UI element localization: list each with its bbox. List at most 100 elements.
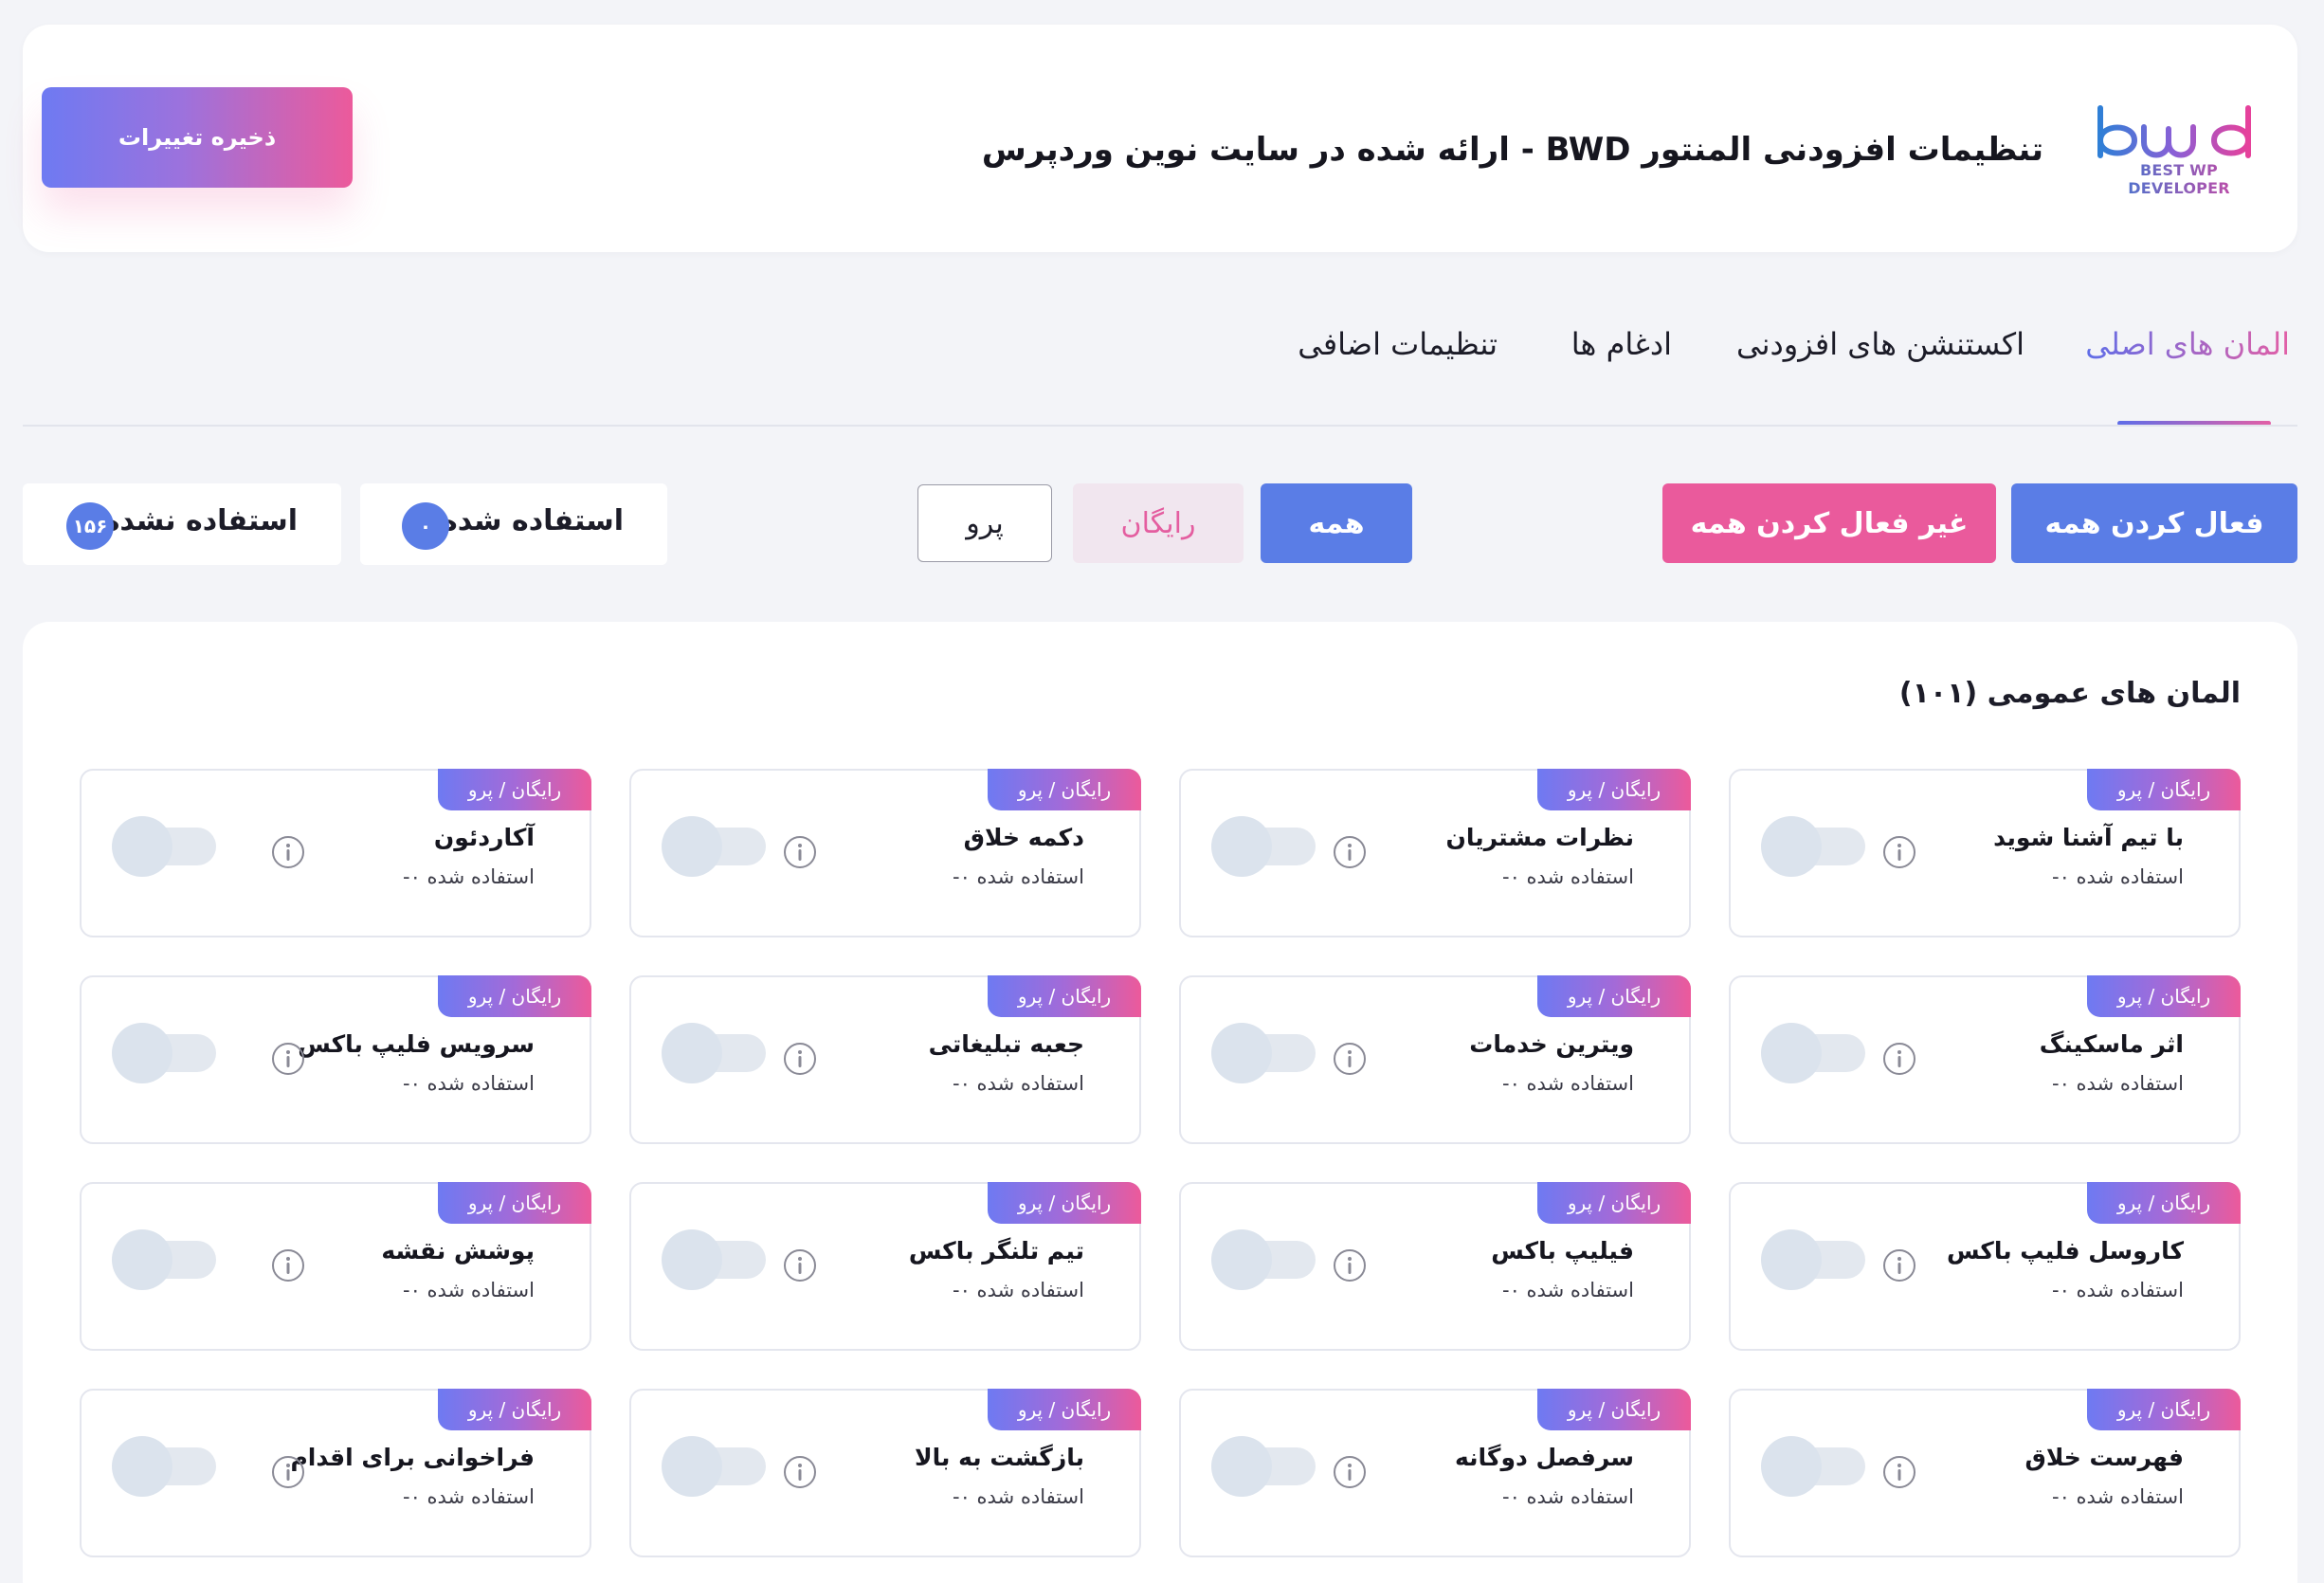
widget-name: اثر ماسکینگ <box>2039 1030 2184 1058</box>
plan-badge: رایگان / پرو <box>438 1182 591 1224</box>
toggle-knob <box>112 1436 172 1497</box>
widget-card: رایگان / پرو ویترین خدمات استفاده شده ۰- <box>1179 975 1691 1144</box>
plan-badge: رایگان / پرو <box>2087 975 2241 1017</box>
info-icon[interactable] <box>271 1455 305 1489</box>
widget-name: پوشش نقشه <box>381 1237 535 1265</box>
widget-usage: استفاده شده ۰- <box>953 1485 1084 1508</box>
tab-extra-settings[interactable]: تنظیمات اضافی <box>1298 326 1498 362</box>
widget-card: رایگان / پرو با تیم آشنا شوید استفاده شده … <box>1729 769 2241 937</box>
unused-count-box: استفاده نشده ۱۵۶ <box>23 483 341 565</box>
widget-usage: استفاده شده ۰- <box>403 1279 535 1301</box>
widget-card: رایگان / پرو آکاردئون استفاده شده ۰- <box>80 769 591 937</box>
plan-badge: رایگان / پرو <box>2087 1389 2241 1430</box>
widget-toggle[interactable] <box>662 1229 768 1290</box>
info-icon[interactable] <box>1333 1042 1367 1076</box>
widget-toggle[interactable] <box>1761 816 1867 877</box>
info-icon[interactable] <box>1333 835 1367 869</box>
widget-toggle[interactable] <box>112 1436 218 1497</box>
widget-card: رایگان / پرو جعبه تبلیغاتی استفاده شده ۰- <box>629 975 1141 1144</box>
widget-usage: استفاده شده ۰- <box>2052 865 2184 888</box>
info-icon[interactable] <box>271 1042 305 1076</box>
widget-usage: استفاده شده ۰- <box>403 865 535 888</box>
info-icon[interactable] <box>1882 1248 1916 1283</box>
unused-count-badge: ۱۵۶ <box>66 502 114 550</box>
widget-usage: استفاده شده ۰- <box>953 1072 1084 1095</box>
widget-grid: رایگان / پرو با تیم آشنا شوید استفاده شده … <box>80 769 2241 1557</box>
toggle-knob <box>662 1229 722 1290</box>
widget-toggle[interactable] <box>1761 1023 1867 1083</box>
widget-name: کاروسل فلیپ باکس <box>1946 1237 2184 1265</box>
widget-name: بازگشت به بالا <box>915 1444 1084 1471</box>
main-tabs: المان های اصلی اکستنشن های افزودنی ادغام… <box>0 284 2324 427</box>
widget-usage: استفاده شده ۰- <box>2052 1072 2184 1095</box>
save-changes-button[interactable]: ذخیره تغییرات <box>42 87 353 188</box>
widget-card: رایگان / پرو کاروسل فلیپ باکس استفاده شده … <box>1729 1182 2241 1351</box>
widget-name: ویترین خدمات <box>1469 1030 1634 1058</box>
tab-integrations[interactable]: ادغام ها <box>1571 326 1672 362</box>
deactivate-all-button[interactable]: غیر فعال کردن همه <box>1662 483 1996 563</box>
activate-all-button[interactable]: فعال کردن همه <box>2011 483 2297 563</box>
widget-name: فهرست خلاق <box>2024 1444 2184 1471</box>
widget-name: با تیم آشنا شوید <box>1993 824 2184 851</box>
tab-extensions[interactable]: اکستنشن های افزودنی <box>1736 326 2024 362</box>
settings-header: BEST WP DEVELOPER تنظیمات افزودنی المنتو… <box>23 25 2297 252</box>
unused-label: استفاده نشده <box>102 504 298 537</box>
toggle-knob <box>112 816 172 877</box>
plan-badge: رایگان / پرو <box>1537 975 1691 1017</box>
widget-toggle[interactable] <box>662 816 768 877</box>
toggle-knob <box>1211 816 1272 877</box>
widget-usage: استفاده شده ۰- <box>2052 1485 2184 1508</box>
info-icon[interactable] <box>1882 835 1916 869</box>
widget-toggle[interactable] <box>662 1023 768 1083</box>
info-icon[interactable] <box>1882 1042 1916 1076</box>
widget-toggle[interactable] <box>1761 1229 1867 1290</box>
tab-main-elements[interactable]: المان های اصلی <box>2085 326 2290 362</box>
plan-badge: رایگان / پرو <box>988 1389 1141 1430</box>
info-icon[interactable] <box>783 1042 817 1076</box>
info-icon[interactable] <box>271 1248 305 1283</box>
info-icon[interactable] <box>1882 1455 1916 1489</box>
widget-toggle[interactable] <box>1211 816 1317 877</box>
plan-badge: رایگان / پرو <box>438 769 591 810</box>
used-count-box: استفاده شده ۰ <box>360 483 667 565</box>
widget-toggle[interactable] <box>112 1229 218 1290</box>
widget-card: رایگان / پرو فیلیپ باکس استفاده شده ۰- <box>1179 1182 1691 1351</box>
widget-usage: استفاده شده ۰- <box>953 865 1084 888</box>
page-title: تنظیمات افزودنی المنتور BWD - ارائه شده … <box>981 131 2043 169</box>
toggle-knob <box>1211 1023 1272 1083</box>
widget-card: رایگان / پرو نظرات مشتریان استفاده شده ۰- <box>1179 769 1691 937</box>
widgets-panel: المان های عمومی (۱۰۱) رایگان / پرو با تیم… <box>23 622 2297 1583</box>
widget-card: رایگان / پرو پوشش نقشه استفاده شده ۰- <box>80 1182 591 1351</box>
info-icon[interactable] <box>783 835 817 869</box>
widget-toggle[interactable] <box>1211 1436 1317 1497</box>
toggle-knob <box>662 1023 722 1083</box>
widget-name: جعبه تبلیغاتی <box>928 1030 1084 1058</box>
info-icon[interactable] <box>271 835 305 869</box>
plan-badge: رایگان / پرو <box>1537 1389 1691 1430</box>
toggle-knob <box>112 1229 172 1290</box>
plan-badge: رایگان / پرو <box>1537 769 1691 810</box>
widget-toggle[interactable] <box>112 816 218 877</box>
filter-pro-button[interactable]: پرو <box>917 484 1052 562</box>
widget-toggle[interactable] <box>112 1023 218 1083</box>
bwd-logo: BEST WP DEVELOPER <box>2089 100 2269 205</box>
plan-badge: رایگان / پرو <box>1537 1182 1691 1224</box>
widget-card: رایگان / پرو بازگشت به بالا استفاده شده ۰- <box>629 1389 1141 1557</box>
info-icon[interactable] <box>783 1248 817 1283</box>
plan-badge: رایگان / پرو <box>988 1182 1141 1224</box>
filter-free-button[interactable]: رایگان <box>1073 483 1244 563</box>
info-icon[interactable] <box>783 1455 817 1489</box>
filter-all-button[interactable]: همه <box>1261 483 1412 563</box>
toggle-knob <box>1211 1436 1272 1497</box>
widget-toggle[interactable] <box>1211 1229 1317 1290</box>
info-icon[interactable] <box>1333 1248 1367 1283</box>
widget-name: دکمه خلاق <box>963 824 1084 851</box>
widget-name: سرویس فلیپ باکس <box>298 1030 535 1058</box>
widget-card: رایگان / پرو فهرست خلاق استفاده شده ۰- <box>1729 1389 2241 1557</box>
widget-toggle[interactable] <box>1761 1436 1867 1497</box>
widget-toggle[interactable] <box>662 1436 768 1497</box>
widget-name: فیلیپ باکس <box>1491 1237 1634 1265</box>
info-icon[interactable] <box>1333 1455 1367 1489</box>
widget-toggle[interactable] <box>1211 1023 1317 1083</box>
toggle-knob <box>662 1436 722 1497</box>
